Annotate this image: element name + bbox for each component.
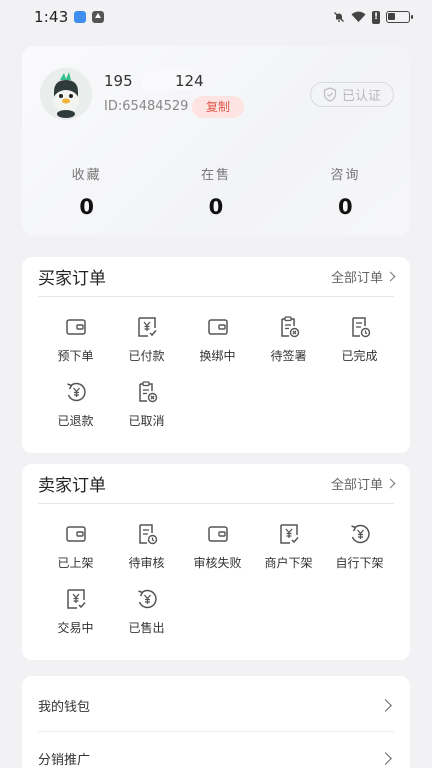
buyer-orders-card: 买家订单 全部订单 预下单 已付款 换绑中 待签署 已完成 已退款 已取消 [22,257,410,453]
chevron-right-icon [379,699,392,712]
document-clock-icon [351,317,370,338]
buyer-orders-header: 买家订单 全部订单 [38,257,396,297]
buyer-all-orders-link[interactable]: 全部订单 [330,267,396,286]
stat-value: 0 [208,195,224,219]
all-orders-label: 全部订单 [330,478,383,493]
grid-label: 已取消 [128,414,165,428]
menu-card: 我的钱包 分销推广 [22,676,410,768]
buyer-order-pending-sign[interactable]: 待签署 [253,315,324,364]
grid-label: 交易中 [57,621,94,635]
menu-item-label: 分销推广 [38,752,91,768]
stat-label: 在售 [200,168,231,183]
seller-order-listed[interactable]: 已上架 [40,522,111,571]
profile-card: 195 124 ID:65484529 复制 已认证 收藏 0 在售 0 咨询 … [22,46,410,236]
penguin-avatar-icon [40,68,92,120]
stat-value: 0 [79,195,94,219]
grid-label: 已售出 [128,621,165,635]
grid-label: 待审核 [128,556,165,570]
username-suffix: 124 [175,72,204,90]
alert-icon: ! [372,10,380,24]
wallet-icon [207,526,228,542]
clipboard-x-icon [280,316,299,338]
wallet-icon [207,319,228,335]
seller-order-sold[interactable]: 已售出 [111,587,182,636]
yuan-refresh-icon [66,382,86,402]
bell-muted-icon [334,12,344,22]
grid-label: 待签署 [270,349,307,363]
user-id: ID:65484529 [104,99,189,114]
wallet-icon [65,526,86,542]
chevron-right-icon [379,751,392,765]
seller-order-trading[interactable]: 交易中 [40,587,111,636]
grid-label: 预下单 [57,349,94,363]
battery-icon [386,11,413,23]
seller-order-self-delisted[interactable]: 自行下架 [324,522,395,571]
status-bar: 1:43 ! [0,0,432,34]
menu-item-label: 我的钱包 [38,700,91,715]
status-time: 1:43 [34,8,69,26]
verified-badge[interactable]: 已认证 [310,82,394,107]
buyer-order-refunded[interactable]: 已退款 [40,380,111,429]
buyer-orders-grid: 预下单 已付款 换绑中 待签署 已完成 已退款 已取消 [40,315,394,429]
grid-label: 自行下架 [335,556,384,570]
grid-label: 已完成 [341,349,378,363]
grid-label: 已上架 [57,556,94,570]
clipboard-x-icon [138,381,157,403]
seller-orders-header: 卖家订单 全部订单 [38,464,396,504]
document-clock-icon [138,524,157,545]
username-prefix: 195 [104,72,133,90]
upload-icon [92,11,105,23]
chevron-right-icon [385,478,396,489]
verified-label: 已认证 [341,89,381,104]
cloud-icon [74,11,87,23]
seller-order-pending-review[interactable]: 待审核 [111,522,182,571]
seller-all-orders-link[interactable]: 全部订单 [330,474,396,493]
stat-favorites[interactable]: 收藏 0 [22,164,151,219]
all-orders-label: 全部订单 [330,271,383,286]
grid-label: 审核失败 [193,556,242,570]
copy-id-button[interactable]: 复制 [192,96,244,118]
stat-value: 0 [338,195,353,219]
buyer-order-rebinding[interactable]: 换绑中 [182,315,253,364]
buyer-order-cancelled[interactable]: 已取消 [111,380,182,429]
chevron-right-icon [385,271,396,282]
shield-check-icon [323,87,337,102]
yuan-check-icon [137,317,157,337]
seller-orders-title: 卖家订单 [38,476,106,496]
grid-label: 商户下架 [264,556,313,570]
yuan-refresh-icon [137,589,157,609]
yuan-refresh-icon [350,524,370,544]
wifi-icon [351,11,366,22]
buyer-orders-title: 买家订单 [38,269,106,289]
buyer-order-paid[interactable]: 已付款 [111,315,182,364]
grid-label: 已退款 [57,414,94,428]
avatar[interactable] [40,68,92,120]
seller-order-merchant-delisted[interactable]: 商户下架 [253,522,324,571]
buyer-order-pre-order[interactable]: 预下单 [40,315,111,364]
grid-label: 换绑中 [199,349,236,363]
seller-orders-grid: 已上架 待审核 审核失败 商户下架 自行下架 交易中 已售出 [40,522,394,636]
seller-orders-card: 卖家订单 全部订单 已上架 待审核 审核失败 商户下架 自行下架 交易中 已售出 [22,464,410,660]
seller-order-review-failed[interactable]: 审核失败 [182,522,253,571]
stat-label: 收藏 [71,168,102,183]
yuan-check-icon [66,589,86,609]
stat-label: 咨询 [330,168,361,183]
stats-row: 收藏 0 在售 0 咨询 0 [22,164,410,219]
stat-on-sale[interactable]: 在售 0 [151,164,280,219]
wallet-icon [65,319,86,335]
yuan-check-icon [279,524,299,544]
stat-inquiries[interactable]: 咨询 0 [281,164,410,219]
buyer-order-completed[interactable]: 已完成 [324,315,395,364]
menu-item-wallet[interactable]: 我的钱包 [38,680,394,732]
grid-label: 已付款 [128,349,165,363]
menu-item-distribution[interactable]: 分销推广 [38,732,394,768]
